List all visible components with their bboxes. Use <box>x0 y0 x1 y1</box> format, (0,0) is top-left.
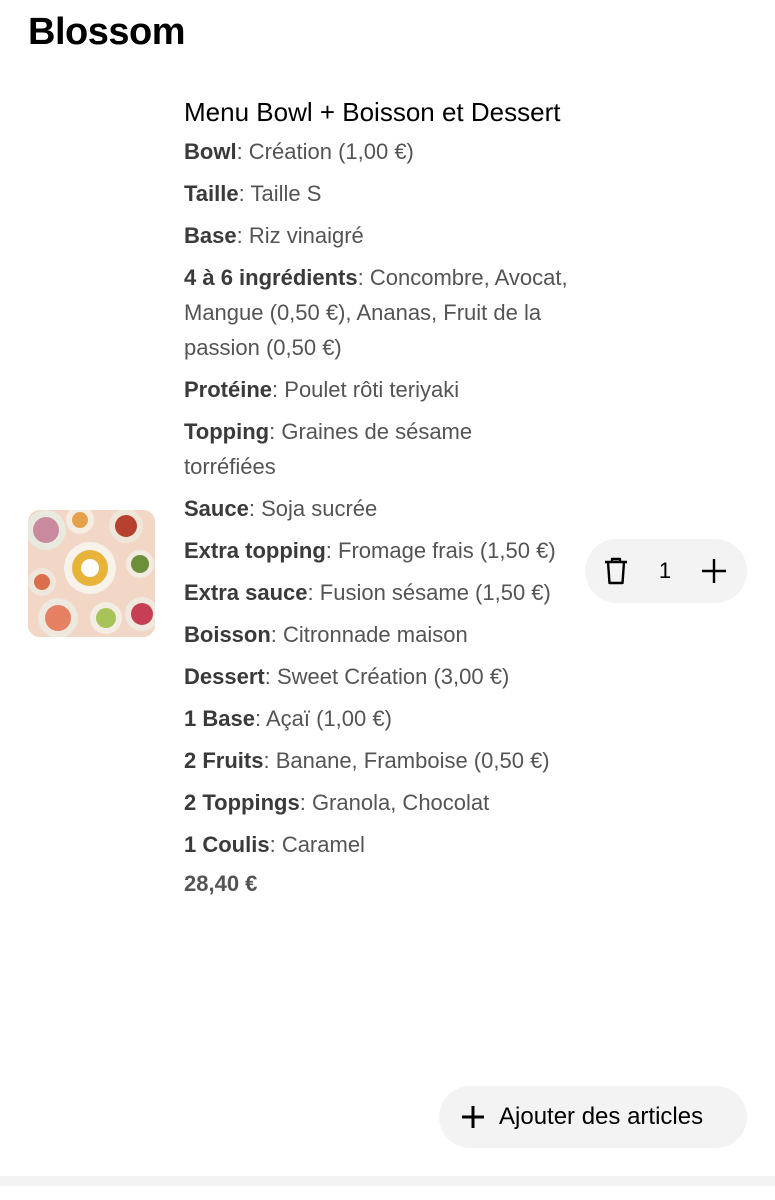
store-title: Blossom <box>28 11 185 53</box>
option-separator: : <box>269 419 282 444</box>
option-line: 2 Fruits: Banane, Framboise (0,50 €) <box>184 743 569 778</box>
option-value: Açaï (1,00 €) <box>265 706 392 731</box>
option-key: 1 Coulis <box>184 832 270 857</box>
option-line: Protéine: Poulet rôti teriyaki <box>184 372 569 407</box>
option-key: 1 Base <box>184 706 255 731</box>
option-value: Poulet rôti teriyaki <box>284 377 460 402</box>
option-key: 2 Toppings <box>184 790 300 815</box>
option-key: Protéine <box>184 377 273 402</box>
option-line: Topping: Graines de sésame torréfiées <box>184 414 569 484</box>
option-separator: : <box>254 706 266 731</box>
option-key: Extra topping <box>184 538 326 563</box>
option-value: Taille S <box>250 181 322 206</box>
option-key: 4 à 6 ingrédients <box>184 265 358 290</box>
option-separator: : <box>236 139 249 164</box>
item-options: Bowl: Création (1,00 €) Taille: Taille S B… <box>184 134 569 862</box>
plus-icon[interactable] <box>701 558 727 584</box>
option-separator: : <box>299 790 312 815</box>
option-line: 1 Coulis: Caramel <box>184 827 569 862</box>
option-value: Fromage frais (1,50 €) <box>338 538 556 563</box>
option-key: Dessert <box>184 664 265 689</box>
add-items-button[interactable]: Ajouter des articles <box>439 1086 747 1148</box>
option-separator: : <box>264 664 277 689</box>
option-value: Caramel <box>281 832 365 857</box>
option-value: Riz vinaigré <box>248 223 364 248</box>
option-line: Sauce: Soja sucrée <box>184 491 569 526</box>
option-value: Banane, Framboise (0,50 €) <box>275 748 550 773</box>
option-line: Boisson: Citronnade maison <box>184 617 569 652</box>
option-separator: : <box>325 538 339 563</box>
option-separator: : <box>269 832 282 857</box>
option-separator: : <box>236 223 249 248</box>
option-key: Boisson <box>184 622 271 647</box>
option-value: Granola, Chocolat <box>311 790 490 815</box>
option-value: Fusion sésame (1,50 €) <box>319 580 551 605</box>
plus-icon <box>461 1105 485 1129</box>
section-divider <box>0 1176 775 1186</box>
quantity-stepper[interactable]: 1 <box>585 539 747 603</box>
option-separator: : <box>263 748 276 773</box>
option-separator: : <box>248 496 262 521</box>
option-value: Citronnade maison <box>283 622 468 647</box>
quantity-value: 1 <box>658 558 672 583</box>
option-separator: : <box>272 377 285 402</box>
option-key: Topping <box>184 419 270 444</box>
cart-item: Menu Bowl + Boisson et Dessert Bowl: Cré… <box>184 94 569 899</box>
option-line: Dessert: Sweet Création (3,00 €) <box>184 659 569 694</box>
option-line: Extra topping: Fromage frais (1,50 €) <box>184 533 569 568</box>
option-key: Taille <box>184 181 239 206</box>
option-key: Extra sauce <box>184 580 308 605</box>
option-line: Taille: Taille S <box>184 176 569 211</box>
option-key: Base <box>184 223 237 248</box>
option-key: 2 Fruits <box>184 748 264 773</box>
option-line: Extra sauce: Fusion sésame (1,50 €) <box>184 575 569 610</box>
add-items-label: Ajouter des articles <box>499 1103 704 1130</box>
option-line: Base: Riz vinaigré <box>184 218 569 253</box>
option-line: Bowl: Création (1,00 €) <box>184 134 569 169</box>
option-line: 2 Toppings: Granola, Chocolat <box>184 785 569 820</box>
option-separator: : <box>238 181 251 206</box>
option-line: 4 à 6 ingrédients: Concombre, Avocat, Ma… <box>184 260 569 365</box>
option-value: Soja sucrée <box>261 496 378 521</box>
option-separator: : <box>357 265 370 290</box>
option-separator: : <box>307 580 320 605</box>
option-separator: : <box>270 622 284 647</box>
trash-icon[interactable] <box>603 557 629 585</box>
item-price: 28,40 € <box>184 871 258 896</box>
option-key: Sauce <box>184 496 249 521</box>
option-line: 1 Base: Açaï (1,00 €) <box>184 701 569 736</box>
option-key: Bowl <box>184 139 237 164</box>
option-value: Sweet Création (3,00 €) <box>276 664 510 689</box>
item-title: Menu Bowl + Boisson et Dessert <box>184 97 561 127</box>
item-image[interactable] <box>28 510 155 637</box>
option-value: Création (1,00 €) <box>248 139 414 164</box>
